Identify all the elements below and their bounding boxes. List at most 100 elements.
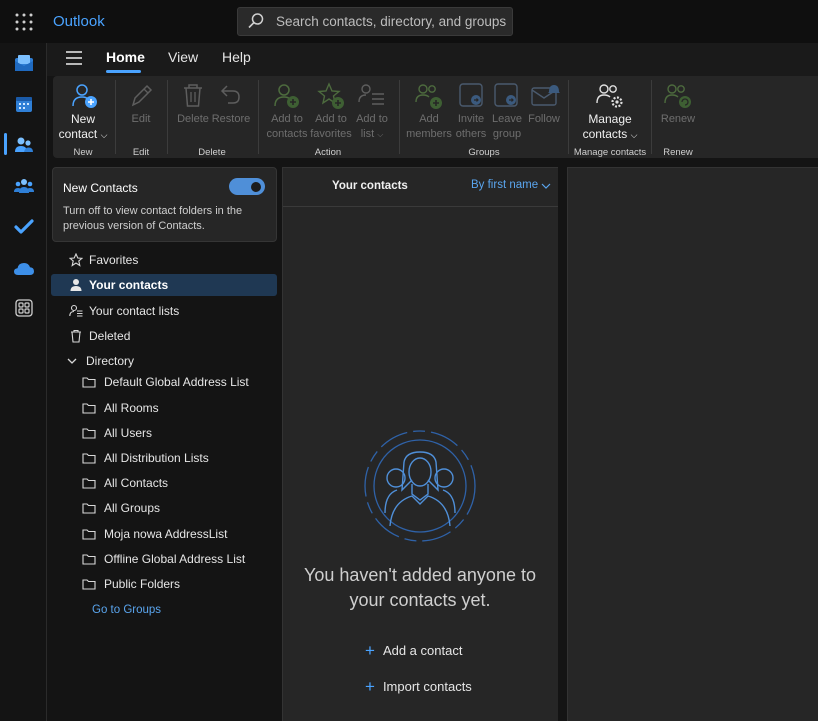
nav-deleted[interactable]: Deleted xyxy=(51,325,277,347)
rail-calendar[interactable] xyxy=(10,90,38,118)
group-label-renew: Renew xyxy=(663,147,693,158)
groups-icon xyxy=(14,179,34,193)
add-to-list-button[interactable]: Add to list ⌵ xyxy=(350,82,394,142)
invite-others-label-1: Invite xyxy=(457,113,485,125)
nav-directory-item-label: All Users xyxy=(104,426,153,440)
nav-directory-item-label: All Distribution Lists xyxy=(104,451,209,465)
new-contact-button[interactable]: New contact ⌵ xyxy=(56,82,110,142)
tab-help[interactable]: Help xyxy=(222,49,251,65)
nav-directory-item-label: All Rooms xyxy=(104,401,159,415)
edit-button[interactable]: Edit xyxy=(118,82,164,132)
nav-directory-item[interactable]: All Contacts xyxy=(51,472,277,494)
chevron-down-icon[interactable] xyxy=(541,181,551,191)
add-to-favorites-button[interactable]: Add to favorites xyxy=(307,82,355,142)
chevron-down-icon: ⌵ xyxy=(377,130,384,139)
rail-groups[interactable] xyxy=(10,172,38,200)
group-label-delete: Delete xyxy=(198,147,226,158)
nav-directory-item-label: Offline Global Address List xyxy=(104,552,246,566)
group-label-edit: Edit xyxy=(132,147,150,158)
invite-others-label-2: others xyxy=(455,128,487,140)
calendar-icon xyxy=(16,97,32,112)
nav-favorites-label: Favorites xyxy=(89,253,139,267)
follow-button[interactable]: Follow xyxy=(524,82,564,132)
star-add-icon xyxy=(317,82,344,109)
hamburger-menu-icon[interactable] xyxy=(64,49,84,67)
nav-directory-item[interactable]: All Groups xyxy=(51,497,277,519)
delete-button[interactable]: Delete xyxy=(174,82,212,132)
list-title: Your contacts xyxy=(332,180,408,192)
follow-label: Follow xyxy=(528,113,560,125)
trash-icon xyxy=(184,84,202,107)
import-contacts-button[interactable]: + Import contacts xyxy=(365,676,472,696)
invite-others-button[interactable]: Invite others xyxy=(452,82,490,142)
folder-icon xyxy=(82,453,96,464)
nav-directory-item[interactable]: Default Global Address List xyxy=(51,371,277,393)
ribbon-tabs xyxy=(47,43,818,76)
sort-dropdown[interactable]: By first name xyxy=(471,179,538,191)
nav-directory-item-label: Public Folders xyxy=(104,577,181,591)
leave-group-label-2: group xyxy=(492,128,522,140)
folder-icon xyxy=(82,428,96,439)
add-contact-label: Add a contact xyxy=(382,643,463,658)
restore-button[interactable]: Restore xyxy=(210,82,252,132)
nav-directory-item[interactable]: Offline Global Address List xyxy=(51,548,277,570)
manage-contacts-button[interactable]: Manage contacts ⌵ xyxy=(575,82,645,142)
contact-list-icon xyxy=(69,304,83,317)
folder-icon xyxy=(82,503,96,514)
nav-directory[interactable]: Directory xyxy=(51,350,277,372)
nav-directory-item-label: Moja nowa AddressList xyxy=(104,527,228,541)
go-to-groups-link[interactable]: Go to Groups xyxy=(92,604,161,616)
nav-favorites[interactable]: Favorites xyxy=(51,249,277,271)
add-members-button[interactable]: Add members xyxy=(404,82,454,142)
add-to-contacts-button[interactable]: Add to contacts xyxy=(264,82,310,142)
nav-directory-item[interactable]: Public Folders xyxy=(51,573,277,595)
rail-apps[interactable] xyxy=(10,294,38,322)
nav-directory-item-label: All Groups xyxy=(104,501,161,515)
people-icon xyxy=(15,137,33,152)
app-launcher-icon[interactable] xyxy=(14,12,34,32)
nav-your-contacts[interactable]: Your contacts xyxy=(51,274,277,296)
new-contacts-title: New Contacts xyxy=(63,181,138,195)
rail-mail[interactable] xyxy=(10,49,38,77)
plus-icon: + xyxy=(365,641,375,660)
rail-todo[interactable] xyxy=(10,213,38,241)
add-contact-button[interactable]: + Add a contact xyxy=(365,640,462,660)
empty-contacts-illustration xyxy=(364,430,476,542)
group-label-action: Action xyxy=(314,147,342,158)
app-title[interactable]: Outlook xyxy=(53,13,105,30)
edit-label: Edit xyxy=(131,113,151,125)
ribbon-separator xyxy=(399,80,400,154)
nav-directory-item-label: All Contacts xyxy=(104,476,169,490)
tab-home-indicator xyxy=(106,70,141,73)
renew-label: Renew xyxy=(660,113,696,125)
manage-people-icon xyxy=(596,84,623,108)
apps-icon xyxy=(15,299,33,317)
nav-directory-item[interactable]: All Rooms xyxy=(51,397,277,419)
leave-group-button[interactable]: Leave group xyxy=(489,82,525,142)
nav-directory-item[interactable]: All Users xyxy=(51,422,277,444)
rail-onedrive[interactable] xyxy=(10,255,38,283)
rail-people[interactable] xyxy=(10,131,38,159)
person-icon xyxy=(70,279,82,291)
folder-icon xyxy=(82,403,96,414)
empty-state-message: You haven't added anyone to your contact… xyxy=(304,565,536,610)
nav-your-contact-lists[interactable]: Your contact lists xyxy=(51,300,277,322)
nav-directory-item[interactable]: Moja nowa AddressList xyxy=(51,523,277,545)
add-to-favorites-label-1: Add to xyxy=(315,113,347,125)
pencil-icon xyxy=(131,84,153,107)
chevron-down-icon: ⌵ xyxy=(630,130,638,140)
renew-button[interactable]: Renew xyxy=(656,82,700,132)
add-to-contacts-label-1: Add to xyxy=(271,113,303,125)
manage-contacts-label-2: contacts ⌵ xyxy=(582,127,638,141)
tab-home[interactable]: Home xyxy=(106,49,145,65)
nav-directory-item[interactable]: All Distribution Lists xyxy=(51,447,277,469)
nav-your-contact-lists-label: Your contact lists xyxy=(89,304,180,318)
leave-group-label-1: Leave xyxy=(492,113,522,125)
ribbon-separator xyxy=(568,80,569,154)
search-input[interactable]: Search contacts, directory, and groups xyxy=(276,14,506,29)
onedrive-icon xyxy=(14,263,34,275)
plus-icon: + xyxy=(365,677,375,696)
toggle-knob xyxy=(251,182,261,192)
new-contact-label-2: contact ⌵ xyxy=(58,127,108,141)
tab-view[interactable]: View xyxy=(168,49,198,65)
